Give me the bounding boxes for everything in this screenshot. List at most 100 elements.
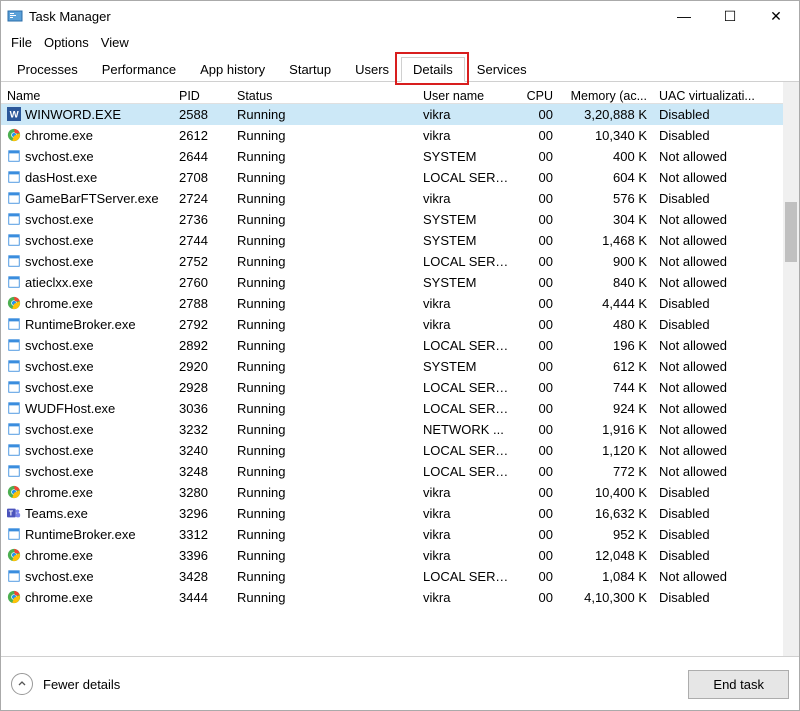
process-memory: 1,084 K — [559, 569, 653, 584]
tab-startup[interactable]: Startup — [277, 57, 343, 82]
maximize-button[interactable]: ☐ — [707, 1, 753, 31]
table-row[interactable]: RuntimeBroker.exe3312Runningvikra00952 K… — [1, 524, 783, 545]
col-memory[interactable]: Memory (ac... — [559, 87, 653, 105]
col-name[interactable]: Name — [1, 87, 173, 105]
col-uac[interactable]: UAC virtualizati... — [653, 87, 763, 105]
minimize-button[interactable]: — — [661, 1, 707, 31]
process-uac: Not allowed — [653, 359, 763, 374]
process-status: Running — [231, 254, 417, 269]
process-icon: W — [7, 107, 21, 121]
process-name: svchost.exe — [25, 464, 94, 479]
process-pid: 3312 — [173, 527, 231, 542]
process-status: Running — [231, 506, 417, 521]
titlebar: Task Manager — ☐ ✕ — [1, 1, 799, 31]
process-icon — [7, 275, 21, 289]
table-row[interactable]: svchost.exe3240RunningLOCAL SERV...001,1… — [1, 440, 783, 461]
process-status: Running — [231, 464, 417, 479]
table-row[interactable]: svchost.exe2644RunningSYSTEM00400 KNot a… — [1, 146, 783, 167]
process-cpu: 00 — [519, 380, 559, 395]
table-row[interactable]: WUDFHost.exe3036RunningLOCAL SERV...0092… — [1, 398, 783, 419]
process-uac: Not allowed — [653, 443, 763, 458]
process-icon — [7, 443, 21, 457]
process-uac: Not allowed — [653, 212, 763, 227]
table-row[interactable]: chrome.exe2788Runningvikra004,444 KDisab… — [1, 293, 783, 314]
process-cpu: 00 — [519, 401, 559, 416]
fewer-details-button[interactable]: Fewer details — [11, 673, 120, 695]
process-status: Running — [231, 212, 417, 227]
process-uac: Not allowed — [653, 422, 763, 437]
tab-details[interactable]: Details — [401, 57, 465, 82]
process-cpu: 00 — [519, 548, 559, 563]
process-uac: Not allowed — [653, 170, 763, 185]
process-name: WINWORD.EXE — [25, 107, 121, 122]
process-user: vikra — [417, 128, 519, 143]
process-cpu: 00 — [519, 107, 559, 122]
process-cpu: 00 — [519, 338, 559, 353]
process-memory: 576 K — [559, 191, 653, 206]
table-row[interactable]: RuntimeBroker.exe2792Runningvikra00480 K… — [1, 314, 783, 335]
process-status: Running — [231, 170, 417, 185]
process-cpu: 00 — [519, 590, 559, 605]
process-user: LOCAL SERV... — [417, 464, 519, 479]
menu-file[interactable]: File — [5, 33, 38, 52]
process-name: svchost.exe — [25, 569, 94, 584]
tab-processes[interactable]: Processes — [5, 57, 90, 82]
process-pid: 2752 — [173, 254, 231, 269]
process-pid: 3248 — [173, 464, 231, 479]
table-row[interactable]: svchost.exe2928RunningLOCAL SERV...00744… — [1, 377, 783, 398]
table-row[interactable]: chrome.exe3444Runningvikra004,10,300 KDi… — [1, 587, 783, 608]
collapse-icon — [11, 673, 33, 695]
process-icon — [7, 401, 21, 415]
process-status: Running — [231, 191, 417, 206]
table-row[interactable]: svchost.exe2744RunningSYSTEM001,468 KNot… — [1, 230, 783, 251]
table-row[interactable]: svchost.exe3248RunningLOCAL SERV...00772… — [1, 461, 783, 482]
process-cpu: 00 — [519, 422, 559, 437]
table-row[interactable]: chrome.exe2612Runningvikra0010,340 KDisa… — [1, 125, 783, 146]
process-status: Running — [231, 128, 417, 143]
table-row[interactable]: svchost.exe2920RunningSYSTEM00612 KNot a… — [1, 356, 783, 377]
scrollbar-thumb[interactable] — [785, 202, 797, 262]
table-row[interactable]: svchost.exe3428RunningLOCAL SERV...001,0… — [1, 566, 783, 587]
process-uac: Disabled — [653, 107, 763, 122]
process-memory: 1,468 K — [559, 233, 653, 248]
process-pid: 2612 — [173, 128, 231, 143]
close-button[interactable]: ✕ — [753, 1, 799, 31]
process-user: LOCAL SERV... — [417, 443, 519, 458]
process-memory: 1,120 K — [559, 443, 653, 458]
col-cpu[interactable]: CPU — [519, 87, 559, 105]
vertical-scrollbar[interactable] — [783, 82, 799, 656]
process-pid: 3240 — [173, 443, 231, 458]
svg-text:T: T — [9, 511, 14, 518]
table-row[interactable]: svchost.exe2736RunningSYSTEM00304 KNot a… — [1, 209, 783, 230]
tab-performance[interactable]: Performance — [90, 57, 188, 82]
table-row[interactable]: WWINWORD.EXE2588Runningvikra003,20,888 K… — [1, 104, 783, 125]
col-user[interactable]: User name — [417, 87, 519, 105]
col-pid[interactable]: PID⌃ — [173, 87, 231, 105]
process-status: Running — [231, 149, 417, 164]
process-name: RuntimeBroker.exe — [25, 317, 136, 332]
table-row[interactable]: svchost.exe2752RunningLOCAL SERV...00900… — [1, 251, 783, 272]
process-memory: 952 K — [559, 527, 653, 542]
menu-view[interactable]: View — [95, 33, 135, 52]
process-name: Teams.exe — [25, 506, 88, 521]
process-pid: 3036 — [173, 401, 231, 416]
table-row[interactable]: svchost.exe2892RunningLOCAL SERV...00196… — [1, 335, 783, 356]
process-user: vikra — [417, 317, 519, 332]
tab-services[interactable]: Services — [465, 57, 539, 82]
process-cpu: 00 — [519, 275, 559, 290]
tab-apphistory[interactable]: App history — [188, 57, 277, 82]
table-row[interactable]: atieclxx.exe2760RunningSYSTEM00840 KNot … — [1, 272, 783, 293]
table-row[interactable]: chrome.exe3280Runningvikra0010,400 KDisa… — [1, 482, 783, 503]
table-row[interactable]: chrome.exe3396Runningvikra0012,048 KDisa… — [1, 545, 783, 566]
table-row[interactable]: GameBarFTServer.exe2724Runningvikra00576… — [1, 188, 783, 209]
table-row[interactable]: dasHost.exe2708RunningLOCAL SERV...00604… — [1, 167, 783, 188]
end-task-button[interactable]: End task — [688, 670, 789, 699]
menu-options[interactable]: Options — [38, 33, 95, 52]
table-row[interactable]: TTeams.exe3296Runningvikra0016,632 KDisa… — [1, 503, 783, 524]
table-row[interactable]: svchost.exe3232RunningNETWORK ...001,916… — [1, 419, 783, 440]
process-uac: Disabled — [653, 548, 763, 563]
process-uac: Disabled — [653, 485, 763, 500]
process-cpu: 00 — [519, 464, 559, 479]
col-status[interactable]: Status — [231, 87, 417, 105]
tab-users[interactable]: Users — [343, 57, 401, 82]
